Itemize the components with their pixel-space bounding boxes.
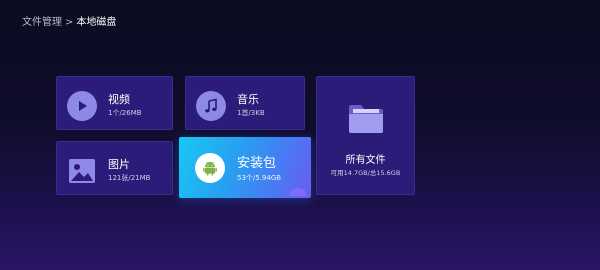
tile-all-files-storage: 可用14.7GB/总15.6GB <box>330 169 401 177</box>
tile-apk-decoration <box>289 188 307 196</box>
tile-video-label: 视频 <box>108 93 130 106</box>
tile-apk-label: 安装包 <box>237 156 277 171</box>
tile-apk[interactable]: 安装包 53个/5.94GB <box>179 137 311 198</box>
breadcrumb-current: 本地磁盘 <box>76 17 117 28</box>
tile-music-count: 1首/3KB <box>237 109 265 117</box>
play-icon <box>67 91 97 121</box>
tile-video[interactable]: 视频 1个/26MB <box>56 76 173 130</box>
tile-image-label: 图片 <box>108 158 130 171</box>
breadcrumb: 文件管理 > 本地磁盘 <box>22 16 116 30</box>
folder-icon <box>347 101 385 135</box>
breadcrumb-separator: > <box>65 17 74 28</box>
breadcrumb-parent[interactable]: 文件管理 <box>22 17 62 28</box>
tile-apk-count: 53个/5.94GB <box>237 174 282 182</box>
tile-all-files-label: 所有文件 <box>345 155 386 166</box>
tile-image-count: 121张/21MB <box>108 174 151 182</box>
music-note-icon <box>196 91 226 121</box>
tile-video-count: 1个/26MB <box>108 109 142 117</box>
tile-image[interactable]: 图片 121张/21MB <box>56 141 173 195</box>
tile-music-label: 音乐 <box>237 93 259 106</box>
tile-music[interactable]: 音乐 1首/3KB <box>185 76 305 130</box>
image-icon <box>67 156 97 186</box>
tile-all-files[interactable]: 所有文件 可用14.7GB/总15.6GB <box>316 76 415 195</box>
android-icon <box>195 153 225 183</box>
